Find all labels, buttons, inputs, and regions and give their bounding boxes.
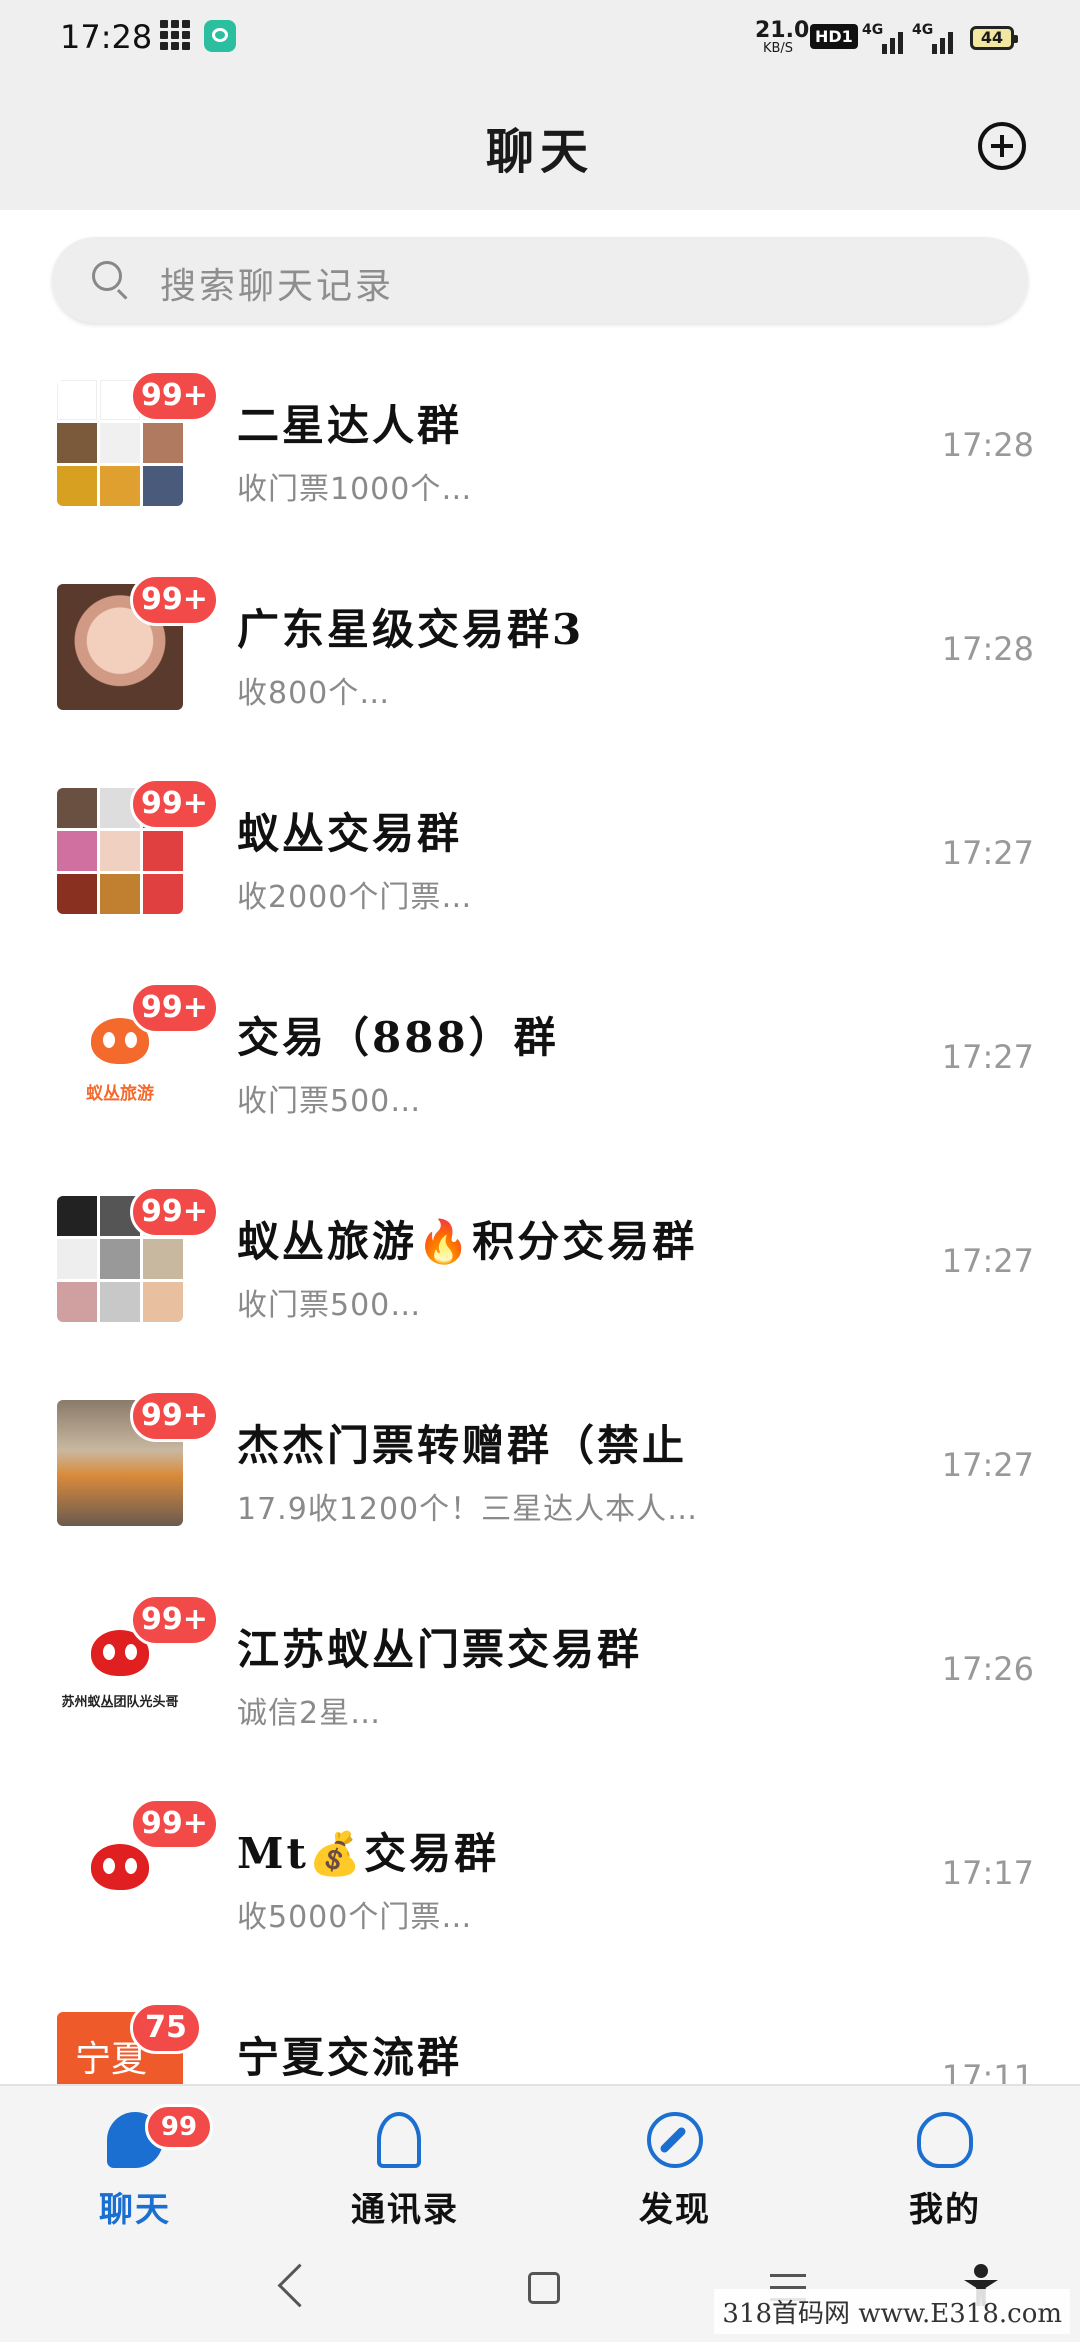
unread-badge: 99+ bbox=[130, 982, 219, 1034]
add-icon[interactable] bbox=[978, 122, 1026, 170]
watermark: 318首码网 www.E318.com bbox=[714, 2289, 1070, 2334]
search-bar[interactable]: 搜索聊天记录 bbox=[52, 237, 1028, 323]
battery-icon: 44 bbox=[970, 26, 1018, 50]
app-header: 聊天 bbox=[0, 80, 1080, 210]
home-icon[interactable] bbox=[512, 2256, 572, 2316]
search-icon bbox=[92, 261, 122, 291]
chat-name: 广东星级交易群3 bbox=[237, 605, 585, 654]
contacts-icon bbox=[377, 2112, 421, 2168]
tab-label: 通讯录 bbox=[351, 2190, 459, 2230]
chat-row[interactable]: 99+ 蚁丛交易群 收2000个门票… 17:27 bbox=[0, 748, 1080, 952]
back-icon[interactable] bbox=[270, 2256, 330, 2316]
compass-icon bbox=[647, 2112, 703, 2168]
chat-preview: 收5000个门票… bbox=[237, 1900, 473, 1935]
chat-time: 17:11 bbox=[941, 2058, 1034, 2084]
tab-label: 聊天 bbox=[99, 2190, 171, 2230]
chat-name: 交易（888）群 bbox=[237, 1013, 559, 1062]
unread-badge: 99+ bbox=[130, 370, 219, 422]
chat-name: 蚁丛旅游🔥积分交易群 bbox=[237, 1217, 698, 1266]
chat-preview: 17.9收1200个！三星达人本人… bbox=[237, 1492, 699, 1527]
tab-discover[interactable]: 发现 bbox=[575, 2104, 775, 2234]
unread-badge: 99+ bbox=[130, 1798, 219, 1850]
tab-me[interactable]: 我的 bbox=[845, 2104, 1045, 2234]
chat-name: 宁夏交流群 bbox=[237, 2033, 463, 2082]
chat-time: 17:28 bbox=[941, 426, 1034, 464]
chat-preview: 收2000个门票… bbox=[237, 880, 473, 915]
chat-preview: 收门票1000个… bbox=[237, 472, 473, 507]
status-time: 17:28 bbox=[60, 18, 153, 56]
signal-icon-2: 4G bbox=[912, 22, 956, 54]
app-grid-icon bbox=[160, 20, 190, 50]
chat-preview: 收门票500… bbox=[237, 1288, 422, 1323]
search-placeholder: 搜索聊天记录 bbox=[160, 266, 395, 307]
page-title: 聊天 bbox=[485, 124, 594, 180]
chat-list[interactable]: 99+ 二星达人群 收门票1000个… 17:28 99+ 广东星级交易群3 收… bbox=[0, 340, 1080, 2084]
hd-icon: HD1 bbox=[810, 24, 858, 49]
chat-time: 17:28 bbox=[941, 630, 1034, 668]
tab-label: 发现 bbox=[639, 2190, 711, 2230]
chat-time: 17:27 bbox=[941, 1446, 1034, 1484]
signal-icon: 4G bbox=[862, 22, 906, 54]
chat-row[interactable]: 99+ 二星达人群 收门票1000个… 17:28 bbox=[0, 340, 1080, 544]
chat-row[interactable]: 99+ 蚁丛旅游🔥积分交易群 收门票500… 17:27 bbox=[0, 1156, 1080, 1360]
chat-time: 17:27 bbox=[941, 1038, 1034, 1076]
chat-time: 17:27 bbox=[941, 834, 1034, 872]
tab-contacts[interactable]: 通讯录 bbox=[305, 2104, 505, 2234]
chat-time: 17:26 bbox=[941, 1650, 1034, 1688]
chat-row[interactable]: 苏州蚁丛团队光头哥 99+ 江苏蚁丛门票交易群 诚信2星… 17:26 bbox=[0, 1564, 1080, 1768]
chat-row[interactable]: 99+ Mt💰交易群 收5000个门票… 17:17 bbox=[0, 1768, 1080, 1972]
chat-row[interactable]: 99+ 广东星级交易群3 收800个… 17:28 bbox=[0, 544, 1080, 748]
avatar-logo-text: 苏州蚁丛团队光头哥 bbox=[61, 1695, 179, 1710]
chat-row[interactable]: 99+ 杰杰门票转赠群（禁止 17.9收1200个！三星达人本人… 17:27 bbox=[0, 1360, 1080, 1564]
chat-name: Mt💰交易群 bbox=[237, 1829, 500, 1878]
user-icon bbox=[917, 2112, 973, 2168]
unread-badge: 99+ bbox=[130, 1186, 219, 1238]
message-app-icon bbox=[204, 20, 236, 52]
unread-badge: 99+ bbox=[130, 574, 219, 626]
chat-row[interactable]: 蚁丛旅游 99+ 交易（888）群 收门票500… 17:27 bbox=[0, 952, 1080, 1156]
chat-name: 蚁丛交易群 bbox=[237, 809, 463, 858]
chat-time: 17:27 bbox=[941, 1242, 1034, 1280]
unread-badge: 99+ bbox=[130, 1390, 219, 1442]
unread-badge: 99+ bbox=[130, 778, 219, 830]
status-bar: 17:28 21.0 KB/S HD1 4G 4G 44 bbox=[0, 0, 1080, 80]
network-speed: 21.0 KB/S bbox=[755, 18, 810, 56]
chat-name: 二星达人群 bbox=[237, 401, 463, 450]
chat-row[interactable]: 宁夏 75 宁夏交流群 17:11 bbox=[0, 1972, 1080, 2084]
chat-preview: 收门票500… bbox=[237, 1084, 422, 1119]
tab-badge: 99 bbox=[145, 2104, 213, 2150]
chat-name: 杰杰门票转赠群（禁止 bbox=[237, 1421, 688, 1470]
tab-label: 我的 bbox=[909, 2190, 981, 2230]
chat-preview: 诚信2星… bbox=[237, 1696, 382, 1731]
tab-chat[interactable]: 99 聊天 bbox=[35, 2104, 235, 2234]
chat-name: 江苏蚁丛门票交易群 bbox=[237, 1625, 643, 1674]
chat-preview: 收800个… bbox=[237, 676, 391, 711]
unread-badge: 75 bbox=[130, 2002, 202, 2054]
unread-badge: 99+ bbox=[130, 1594, 219, 1646]
avatar-logo-text: 蚁丛旅游 bbox=[86, 1084, 154, 1104]
chat-time: 17:17 bbox=[941, 1854, 1034, 1892]
